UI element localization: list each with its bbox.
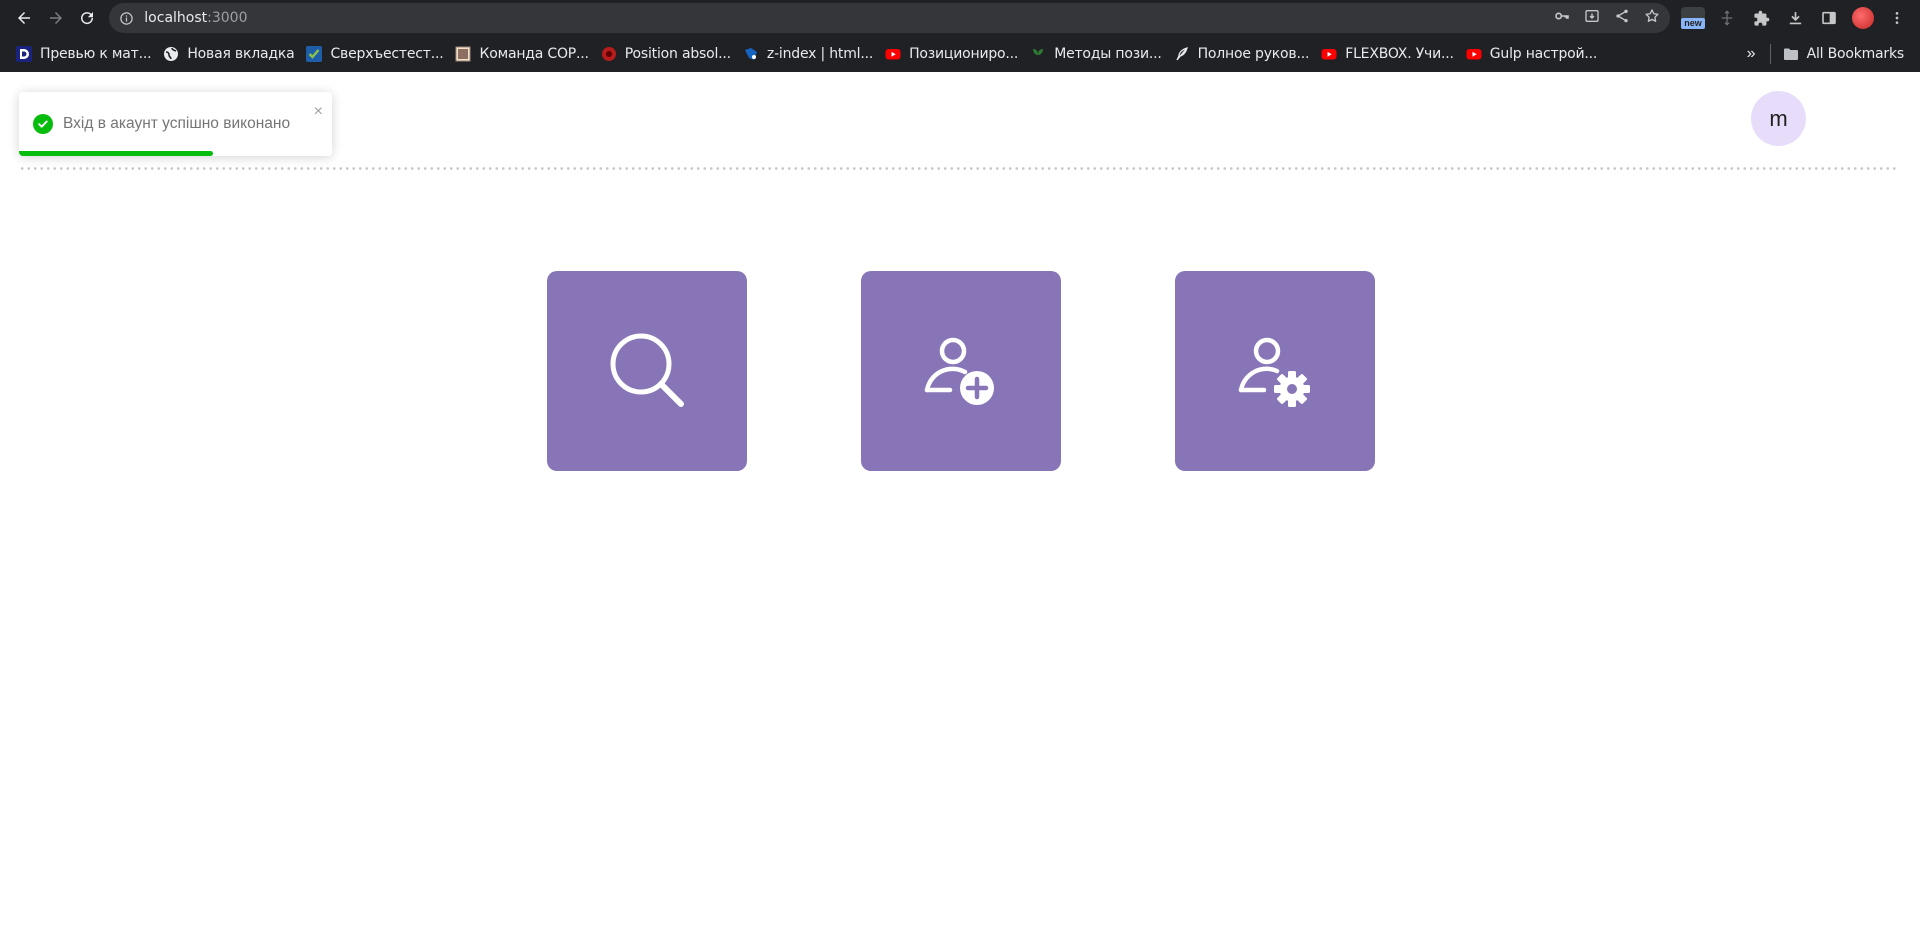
bookmark-item[interactable]: Команда СОР... [449,40,594,68]
toast-notification[interactable]: Вхід в акаунт успішно виконано × [19,92,332,156]
bookmarks-separator [1769,44,1771,64]
info-icon[interactable] [119,11,134,26]
bookmark-label: FLEXBOX. Учи... [1345,46,1454,62]
reload-button[interactable] [72,2,104,34]
bookmark-item[interactable]: Gulp настрой... [1460,40,1603,68]
browser-toolbar: localhost:3000 new [0,0,1920,36]
install-app-icon[interactable] [1584,8,1600,29]
red-circle-icon [601,46,617,62]
browser-chrome: localhost:3000 new Превью к мат... Новая… [0,0,1920,72]
bookmark-label: Gulp настрой... [1489,46,1598,62]
dark-square-icon [16,46,32,62]
puzzle-icon [1753,10,1769,26]
bookmark-item[interactable]: Сверхъестест... [300,40,449,68]
omnibox-actions [1554,3,1660,33]
profile-avatar-icon [1852,7,1874,29]
search-icon [610,333,684,407]
action-tiles [547,271,1375,471]
folder-icon [1783,46,1799,62]
resize-icon [1721,10,1733,26]
bookmark-label: Position absol... [624,46,731,62]
menu-button[interactable] [1882,3,1912,33]
arrow-right-icon [49,12,62,24]
resize-extension-button[interactable] [1712,3,1742,33]
feather-icon [1174,46,1190,62]
downloads-button[interactable] [1780,3,1810,33]
bookmark-item[interactable]: z-index | html... [737,40,879,68]
download-icon [1789,11,1801,24]
bookmark-label: Новая вкладка [187,46,295,62]
toast-close-button[interactable]: × [314,104,323,120]
profile-button[interactable] [1848,3,1878,33]
search-tile-button[interactable] [547,271,747,471]
key-icon[interactable] [1554,8,1570,29]
user-gear-icon [1238,337,1310,407]
bookmark-item[interactable]: Методы пози... [1024,40,1167,68]
add-user-tile-button[interactable] [861,271,1061,471]
bookmarks-bar: Превью к мат... Новая вкладка Сверхъесте… [0,36,1920,72]
bookmark-label: Методы пози... [1054,46,1162,62]
checkmark-shield-icon [306,46,323,62]
extensions-button[interactable] [1746,3,1776,33]
avatar-initial: m [1769,105,1788,131]
bookmarks-overflow-button[interactable]: » [1739,45,1764,63]
side-panel-icon [1822,11,1836,25]
user-avatar[interactable]: m [1751,91,1806,146]
bookmark-item[interactable]: Новая вкладка [157,40,300,68]
bookmarks-right: » All Bookmarks [1739,40,1910,68]
address-bar[interactable]: localhost:3000 [109,3,1670,33]
star-icon[interactable] [1644,8,1660,29]
url-host: localhost [144,10,208,26]
bookmark-item[interactable]: Позициониро... [879,40,1024,68]
toolbar-right: new [1678,3,1912,33]
bookmark-label: Сверхъестест... [330,46,444,62]
page-content: Вхід в акаунт успішно виконано × m [0,72,1920,942]
arrow-left-icon [17,12,30,24]
success-check-icon [33,114,53,134]
bookmark-label: Превью к мат... [40,46,152,62]
bookmark-item[interactable]: Полное руков... [1168,40,1316,68]
globe-icon [163,46,179,62]
youtube-icon [885,46,901,62]
url-port: :3000 [207,10,248,26]
green-plant-icon [1030,46,1046,62]
user-plus-icon [924,337,994,405]
bookmark-label: Полное руков... [1197,46,1310,62]
extension-new-button[interactable]: new [1678,3,1708,33]
bookmark-label: z-index | html... [766,46,874,62]
more-vert-icon [1895,12,1899,24]
bookmark-label: Позициониро... [909,46,1019,62]
toast-progress-track [19,151,332,156]
forward-button[interactable] [40,2,72,34]
side-panel-button[interactable] [1814,3,1844,33]
bookmark-label: Команда СОР... [479,46,589,62]
all-bookmarks-button[interactable]: All Bookmarks [1777,40,1910,68]
extension-new-icon: new [1681,7,1705,29]
bookmark-item[interactable]: FLEXBOX. Учи... [1315,40,1460,68]
all-bookmarks-label: All Bookmarks [1806,46,1905,62]
youtube-icon [1466,46,1482,62]
toast-progress-bar [19,151,214,156]
url-text: localhost:3000 [144,10,247,26]
image-icon [455,46,471,62]
bookmark-item[interactable]: Position absol... [595,40,737,68]
dotted-divider [19,167,1899,170]
youtube-icon [1321,46,1337,62]
bookmark-item[interactable]: Превью к мат... [10,40,157,68]
back-button[interactable] [8,2,40,34]
share-icon[interactable] [1614,8,1630,29]
extension-new-badge: new [1681,18,1705,29]
toast-message: Вхід в акаунт успішно виконано [63,115,291,132]
reload-icon [81,12,94,25]
user-settings-tile-button[interactable] [1175,271,1375,471]
blue-mark-icon [743,46,759,62]
